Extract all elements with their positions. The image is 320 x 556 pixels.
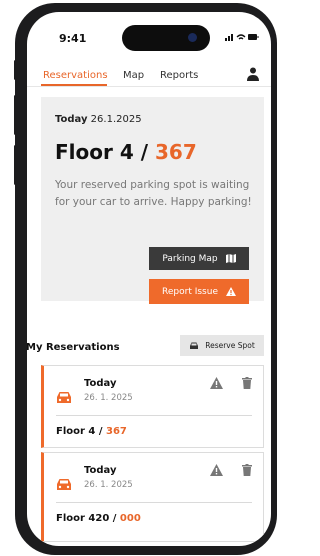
- current-floor-spot: Floor 4 / 367: [55, 140, 197, 164]
- reservation-spot-number: 367: [106, 426, 127, 437]
- report-issue-label: Report Issue: [162, 286, 218, 297]
- reservation-divider: [56, 502, 252, 503]
- spot-number: 367: [154, 140, 197, 164]
- my-reservations-heading: My Reservations: [27, 342, 120, 353]
- system-status-icons: [225, 32, 259, 45]
- reservation-item[interactable]: Today 26. 1. 2025 Floor 4 / 367: [41, 365, 264, 448]
- camera-icon: [188, 33, 197, 42]
- parking-map-button[interactable]: Parking Map: [149, 247, 249, 270]
- reservation-floor-label: Floor 4 /: [56, 426, 106, 437]
- report-warning-icon[interactable]: [210, 464, 223, 476]
- car-icon: [190, 342, 199, 349]
- phone-volume-down-button: [14, 145, 17, 185]
- tab-reports[interactable]: Reports: [160, 70, 198, 81]
- reservation-message: Your reserved parking spot is waiting fo…: [55, 179, 252, 208]
- app-screen: 9:41 Reservations Map Reports Today 26.1…: [27, 12, 271, 546]
- reservation-divider: [56, 415, 252, 416]
- status-bar: 9:41: [27, 12, 271, 56]
- current-date: Today 26.1.2025: [55, 114, 142, 125]
- report-issue-button[interactable]: Report Issue: [149, 279, 249, 304]
- reservation-floor-spot: Floor 420 / 000: [56, 513, 141, 524]
- reserve-spot-button[interactable]: Reserve Spot: [180, 335, 264, 356]
- dynamic-island: [122, 25, 210, 51]
- current-reservation-card: Today 26.1.2025 Floor 4 / 367 Your reser…: [41, 97, 264, 304]
- reserve-spot-label: Reserve Spot: [205, 341, 255, 350]
- reservation-day: Today: [84, 378, 117, 389]
- reservation-date: 26. 1. 2025: [84, 480, 133, 490]
- reservation-floor-label: Floor 420 /: [56, 513, 120, 524]
- report-warning-icon[interactable]: [210, 377, 223, 389]
- parking-map-label: Parking Map: [162, 253, 218, 264]
- reservation-item[interactable]: Today 26. 1. 2025 Floor 420 / 000: [41, 452, 264, 542]
- trash-icon[interactable]: [242, 464, 252, 476]
- map-icon: [225, 254, 236, 263]
- reservation-spot-number: 000: [119, 513, 141, 524]
- car-icon: [57, 392, 71, 403]
- current-day-label: Today: [55, 114, 88, 125]
- top-navigation: Reservations Map Reports: [27, 58, 271, 86]
- warning-icon: [225, 287, 236, 296]
- user-icon[interactable]: [247, 67, 259, 81]
- phone-volume-up-button: [14, 95, 17, 135]
- current-date-value: 26.1.2025: [90, 114, 142, 125]
- tab-reservations[interactable]: Reservations: [43, 70, 108, 81]
- reservation-day: Today: [84, 465, 117, 476]
- status-time: 9:41: [59, 32, 87, 45]
- tab-map[interactable]: Map: [123, 70, 144, 81]
- floor-label: Floor 4 /: [55, 140, 155, 164]
- reservation-floor-spot: Floor 4 / 367: [56, 426, 127, 437]
- phone-side-button: [14, 60, 17, 80]
- trash-icon[interactable]: [242, 377, 252, 389]
- reservation-date: 26. 1. 2025: [84, 393, 133, 403]
- nav-divider: [27, 86, 271, 87]
- car-icon: [57, 479, 71, 490]
